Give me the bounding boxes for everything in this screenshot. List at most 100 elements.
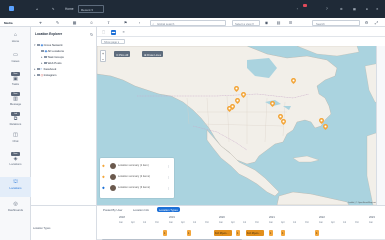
- share-icon[interactable]: ⇪: [106, 20, 111, 25]
- nav-item-tasks[interactable]: New ▣ Tasks: [0, 70, 31, 90]
- explorer-title: Location Explorer: [35, 32, 63, 36]
- map-pin-icon[interactable]: [270, 101, 275, 107]
- nav-item-message[interactable]: New ▥ Message: [0, 90, 31, 110]
- nav-item-locations[interactable]: ⛫ Locations: [0, 177, 31, 197]
- year-label: 2018: [119, 216, 125, 219]
- calendar-icon[interactable]: ▤: [276, 20, 281, 25]
- month-label: Jan: [319, 221, 323, 224]
- home-icon: ⌂: [13, 32, 18, 38]
- map-pin-icon[interactable]: [281, 119, 286, 125]
- list-icon[interactable]: ☰: [288, 20, 293, 25]
- tree-item-task-groups[interactable]: ▸ Task Groups: [41, 55, 64, 60]
- apps-icon[interactable]: ▦: [353, 6, 356, 12]
- recent-dropdown[interactable]: Recent ▾: [78, 5, 104, 13]
- view-select[interactable]: Select a view ▾: [232, 19, 260, 26]
- timeline-event[interactable]: 1: [163, 230, 167, 236]
- tree-checkbox[interactable]: [41, 49, 44, 53]
- legend-row[interactable]: ⬥ Location summary (3 items) ⋮: [102, 184, 172, 192]
- tab-posted-by-user[interactable]: Posted By User: [101, 207, 124, 212]
- timeline-event[interactable]: 1: [269, 230, 273, 236]
- nav-item-home[interactable]: ⌂ Home: [0, 30, 31, 50]
- cursor-icon[interactable]: ⌖: [38, 20, 43, 25]
- forward-icon[interactable]: ✎: [52, 6, 55, 12]
- tree-checkbox[interactable]: [37, 73, 40, 77]
- filter-icon[interactable]: ⚑: [123, 20, 128, 25]
- timeline-track: 1 1 Fort Myers… 1 Fort Myers… 1 1 1: [97, 230, 385, 237]
- timeline-event[interactable]: 1: [187, 230, 191, 236]
- app-logo[interactable]: [9, 6, 14, 11]
- nav-item-dashboards[interactable]: ◎ Dashboards: [0, 199, 31, 219]
- nav-item-chat[interactable]: ◫ Chat: [0, 130, 31, 150]
- user-avatar-icon[interactable]: ●: [366, 6, 368, 12]
- edit-icon[interactable]: ✎: [55, 20, 60, 25]
- nav-item-locations-list[interactable]: New ◈ Locations: [0, 150, 31, 170]
- notification-badge: [303, 4, 307, 7]
- tab-location-types[interactable]: Location Types: [157, 207, 180, 212]
- people-icon[interactable]: ☺: [89, 20, 94, 25]
- tree-item-web-posts[interactable]: ▸ Web Posts: [41, 61, 62, 66]
- timeline-event[interactable]: Fort Myers…: [246, 230, 264, 236]
- month-label: Oct: [255, 221, 259, 224]
- month-label: Jul: [243, 221, 247, 224]
- timeline-event[interactable]: 1: [281, 230, 285, 236]
- timeline-panel: Posted By User Location Info Location Ty…: [97, 205, 385, 240]
- timeline-event[interactable]: 1: [315, 230, 319, 236]
- dashboard-toggle-icon[interactable]: ◉: [264, 20, 269, 25]
- more-icon[interactable]: ⋮: [167, 164, 170, 168]
- map-pin-icon[interactable]: [291, 78, 296, 84]
- tree-item-cross-network[interactable]: ▾ ◉Cross Network: [34, 43, 63, 48]
- window-controls-icon[interactable]: ✕: [376, 6, 379, 12]
- tasks-icon: ▣: [13, 76, 18, 82]
- timeline-months: Jan Apr Jul Oct Jan Apr Jul Oct Jan Apr …: [97, 221, 385, 225]
- grid-icon[interactable]: ▦: [72, 20, 77, 25]
- tab-location-info[interactable]: Location Info: [131, 207, 151, 212]
- chevron-right-icon[interactable]: ›: [137, 20, 142, 25]
- settings-icon[interactable]: ⚙: [340, 6, 343, 12]
- nav-item-cases[interactable]: ▭ Cases: [0, 50, 31, 70]
- zoom-out-button[interactable]: −: [101, 57, 105, 63]
- timeline-event[interactable]: 1: [236, 230, 240, 236]
- map-pin-icon[interactable]: [234, 86, 239, 92]
- layers-icon[interactable]: ≡: [121, 30, 126, 35]
- more-icon[interactable]: ⋮: [167, 186, 170, 190]
- tree-checkbox[interactable]: [37, 67, 40, 71]
- pins-all-button[interactable]: ⊙ Pins All: [114, 51, 131, 57]
- timeline-event[interactable]: Fort Myers…: [214, 230, 232, 236]
- help-icon[interactable]: ?: [326, 6, 328, 12]
- map-view[interactable]: + − ⊙ Pins All ⊕ Draw Lines ⬥ Location s…: [97, 46, 385, 205]
- map-pin-icon[interactable]: [323, 124, 328, 130]
- global-search-input[interactable]: ⌕ Global search: [150, 19, 226, 26]
- pin-icon: ⬥: [102, 163, 105, 168]
- year-label: 2020: [219, 216, 225, 219]
- map-pin-icon[interactable]: [227, 106, 232, 112]
- nav-label: Tasks: [11, 82, 20, 86]
- legend-row[interactable]: ⬥ Location summary (2 items) ⋮: [102, 173, 172, 181]
- draw-lines-button[interactable]: ⊕ Draw Lines: [142, 51, 164, 57]
- pin-mode-icon[interactable]: ⬚: [101, 30, 106, 35]
- tree-checkbox[interactable]: [44, 61, 47, 65]
- tree-item-instagram[interactable]: ▸ ◎Instagram: [34, 73, 56, 78]
- nav-label: Locations: [9, 186, 22, 190]
- tree-checkbox[interactable]: [37, 43, 40, 47]
- timeline-row-label: Location Types: [33, 227, 51, 230]
- search-icon: ⌕: [152, 21, 155, 26]
- map-pin-icon[interactable]: [241, 92, 246, 98]
- tree-item-facebook[interactable]: ▸ f Facebook: [34, 67, 56, 72]
- tree-item-all-locations[interactable]: ◉All Locations: [41, 49, 64, 54]
- toolbar-expand-icon[interactable]: ⤢: [374, 20, 379, 25]
- nav-item-relations[interactable]: Lab ⧉ Relations: [0, 110, 31, 130]
- panel-search-input[interactable]: Search: [312, 19, 360, 26]
- refresh-icon[interactable]: ↻: [90, 32, 93, 37]
- more-icon[interactable]: ⋮: [167, 175, 170, 179]
- legend-row[interactable]: ⬥ Location summary (1 item) ⋮: [102, 162, 172, 170]
- bell-icon[interactable]: ◔: [296, 6, 298, 12]
- back-icon[interactable]: ◂: [36, 6, 38, 12]
- tree-checkbox[interactable]: [44, 55, 47, 59]
- year-label: 2021: [269, 216, 275, 219]
- map-pin-icon[interactable]: [235, 98, 240, 104]
- toolbar-settings-icon[interactable]: ⚙: [364, 20, 369, 25]
- map-view-icon[interactable]: ▬: [111, 29, 116, 35]
- home-label[interactable]: Home: [65, 6, 74, 12]
- page-select[interactable]: Show page ▾: [101, 38, 125, 44]
- nav-label: Home: [11, 39, 20, 43]
